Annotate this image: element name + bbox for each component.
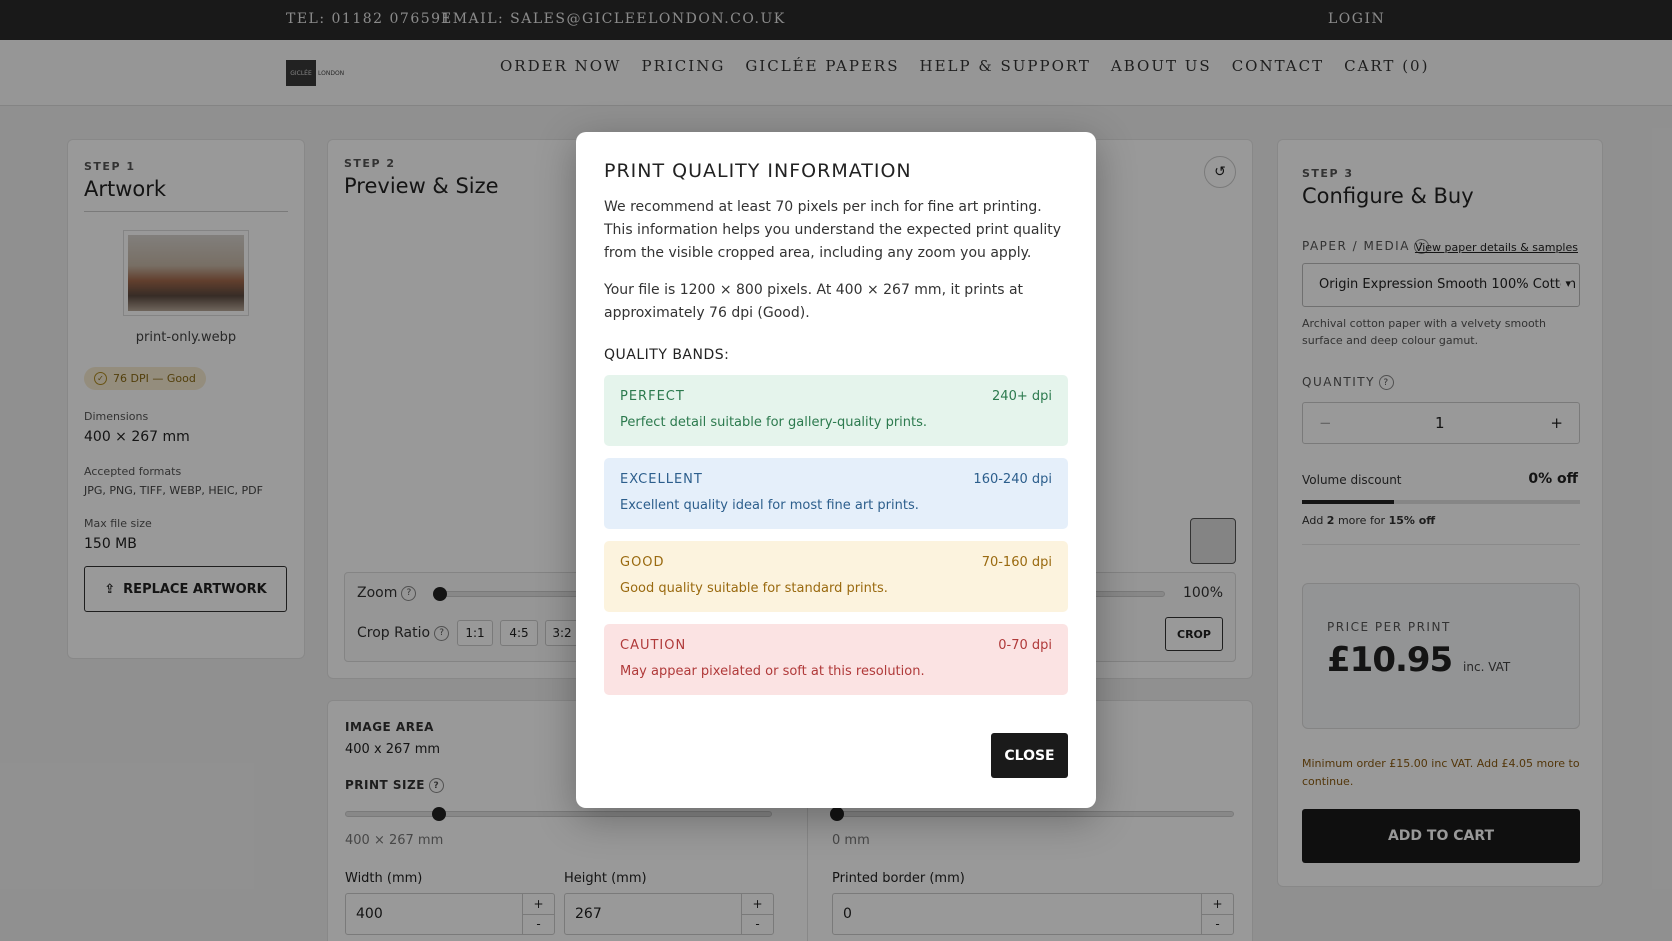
band-description: Good quality suitable for standard print… bbox=[620, 581, 888, 596]
band-description: Excellent quality ideal for most fine ar… bbox=[620, 498, 919, 513]
band-name: CAUTION bbox=[620, 638, 687, 653]
print-quality-modal: PRINT QUALITY INFORMATION We recommend a… bbox=[576, 132, 1096, 808]
close-button[interactable]: CLOSE bbox=[991, 733, 1068, 778]
band-perfect: PERFECT 240+ dpi Perfect detail suitable… bbox=[604, 375, 1068, 446]
modal-file-info: Your file is 1200 × 800 pixels. At 400 ×… bbox=[604, 282, 1024, 321]
modal-intro: We recommend at least 70 pixels per inch… bbox=[604, 199, 1062, 261]
band-range: 0-70 dpi bbox=[998, 638, 1052, 653]
band-excellent: EXCELLENT 160-240 dpi Excellent quality … bbox=[604, 458, 1068, 529]
band-good: GOOD 70-160 dpi Good quality suitable fo… bbox=[604, 541, 1068, 612]
band-name: PERFECT bbox=[620, 389, 685, 404]
band-range: 160-240 dpi bbox=[973, 472, 1052, 487]
modal-title: PRINT QUALITY INFORMATION bbox=[604, 160, 912, 182]
band-caution: CAUTION 0-70 dpi May appear pixelated or… bbox=[604, 624, 1068, 695]
band-range: 240+ dpi bbox=[992, 389, 1052, 404]
quality-bands-label: QUALITY BANDS: bbox=[604, 347, 730, 363]
band-range: 70-160 dpi bbox=[981, 555, 1052, 570]
band-description: Perfect detail suitable for gallery-qual… bbox=[620, 415, 928, 430]
band-description: May appear pixelated or soft at this res… bbox=[620, 664, 925, 679]
